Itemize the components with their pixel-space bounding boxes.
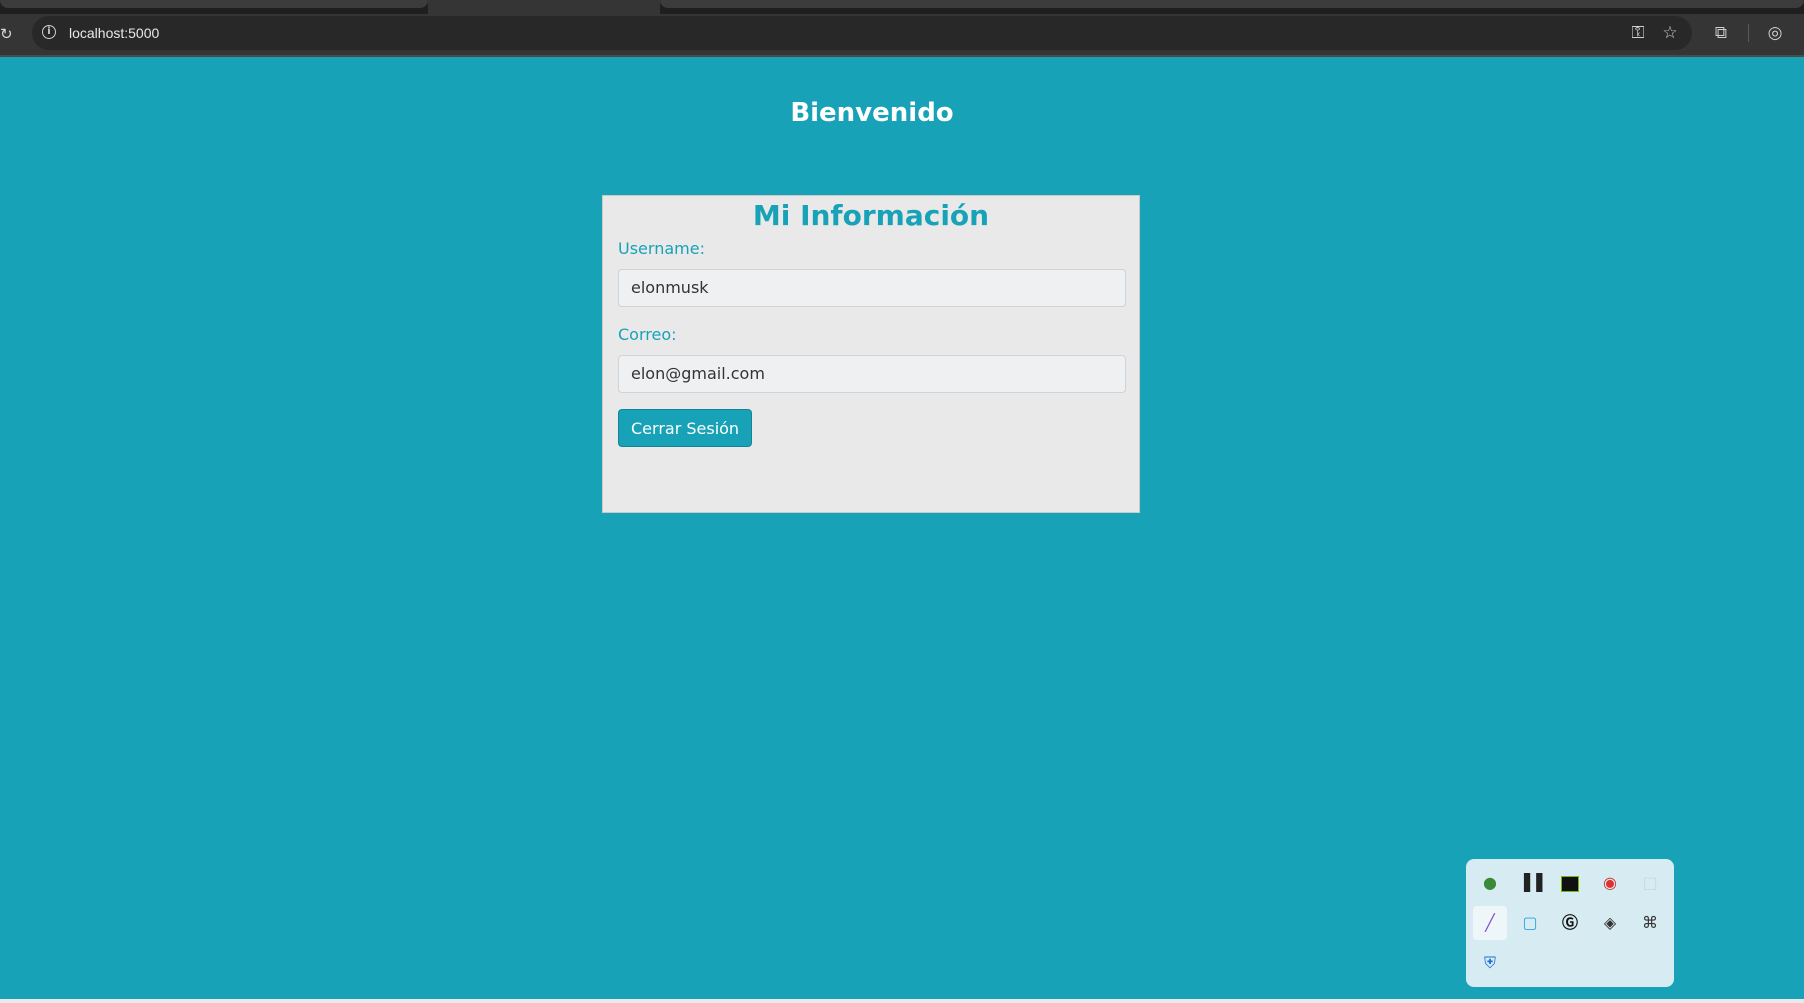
toolbar-divider xyxy=(1748,24,1749,42)
email-field[interactable]: elon@gmail.com xyxy=(618,355,1126,393)
globe-app-icon[interactable]: ● xyxy=(1473,866,1507,900)
page-title: Bienvenido xyxy=(790,98,954,128)
star-icon[interactable]: ☆ xyxy=(1658,16,1682,50)
email-label: Correo: xyxy=(618,325,677,344)
reload-icon[interactable]: ↻ xyxy=(0,22,16,46)
info-card: Mi Información Username: elonmusk Correo… xyxy=(602,195,1140,513)
username-field[interactable]: elonmusk xyxy=(618,269,1126,307)
blue-square-icon[interactable]: ▢ xyxy=(1513,906,1547,940)
active-tab[interactable] xyxy=(428,0,660,14)
tab-strip xyxy=(0,0,1804,14)
info-icon[interactable]: i xyxy=(42,25,56,39)
puzzle-icon[interactable]: ⧉ xyxy=(1708,16,1734,50)
logout-button[interactable]: Cerrar Sesión xyxy=(618,409,753,447)
key-icon[interactable]: ⚿ xyxy=(1626,16,1650,50)
bars-app-icon[interactable]: ▐▐ xyxy=(1513,866,1547,900)
network-icon[interactable]: ⌘ xyxy=(1633,906,1667,940)
toolbar-border xyxy=(0,55,1804,57)
pen-icon[interactable]: ╱ xyxy=(1473,906,1507,940)
address-bar[interactable]: i localhost:5000 ⚿ ☆ xyxy=(32,16,1692,50)
tab-left[interactable] xyxy=(0,0,428,8)
eye-icon[interactable]: ◈ xyxy=(1593,906,1627,940)
shield-warning-icon[interactable]: ⛨ xyxy=(1473,946,1507,980)
username-label: Username: xyxy=(618,239,705,258)
red-app-icon[interactable]: ◉ xyxy=(1593,866,1627,900)
url-text[interactable]: localhost:5000 xyxy=(69,16,159,50)
tab-right[interactable] xyxy=(660,0,1804,8)
window-icon[interactable]: □ xyxy=(1633,866,1667,900)
g-circle-icon[interactable]: Ⓖ xyxy=(1553,906,1587,940)
profile-icon[interactable]: ◎ xyxy=(1762,16,1788,50)
tray-overflow-popup: ● ▐▐ ◉ □ ╱ ▢ Ⓖ ◈ ⌘ ⛨ xyxy=(1466,859,1674,987)
bottom-border xyxy=(0,999,1804,1003)
card-title: Mi Información xyxy=(752,199,990,232)
nvidia-icon[interactable] xyxy=(1553,866,1587,900)
browser-toolbar: ↻ i localhost:5000 ⚿ ☆ ⧉ ◎ xyxy=(0,14,1804,55)
